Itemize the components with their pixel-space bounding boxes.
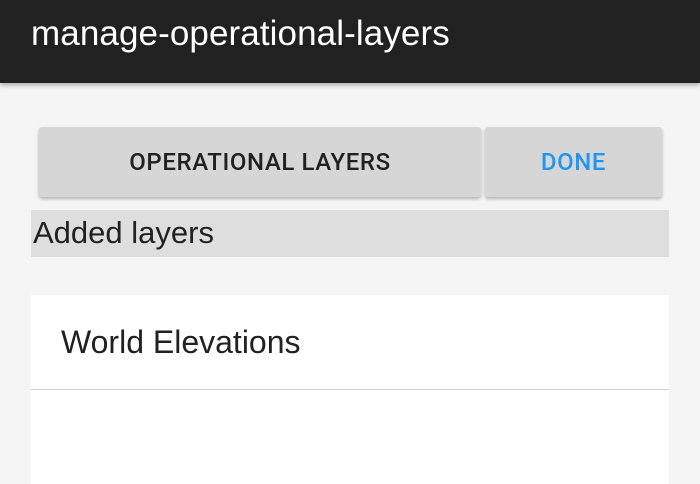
operational-layers-button[interactable]: OPERATIONAL LAYERS <box>39 127 481 197</box>
app-title: manage-operational-layers <box>31 14 450 53</box>
added-layers-list: World Elevations <box>31 295 669 484</box>
app-bar: manage-operational-layers <box>0 0 700 83</box>
layer-item-world-elevations[interactable]: World Elevations <box>31 295 669 390</box>
layer-item[interactable] <box>31 390 669 484</box>
done-button[interactable]: DONE <box>485 127 662 197</box>
main-content: OPERATIONAL LAYERS DONE Added layers Wor… <box>0 83 700 484</box>
layer-item-label: World Elevations <box>61 324 301 360</box>
added-layers-header-label: Added layers <box>33 215 214 250</box>
added-layers-header: Added layers <box>31 210 669 257</box>
